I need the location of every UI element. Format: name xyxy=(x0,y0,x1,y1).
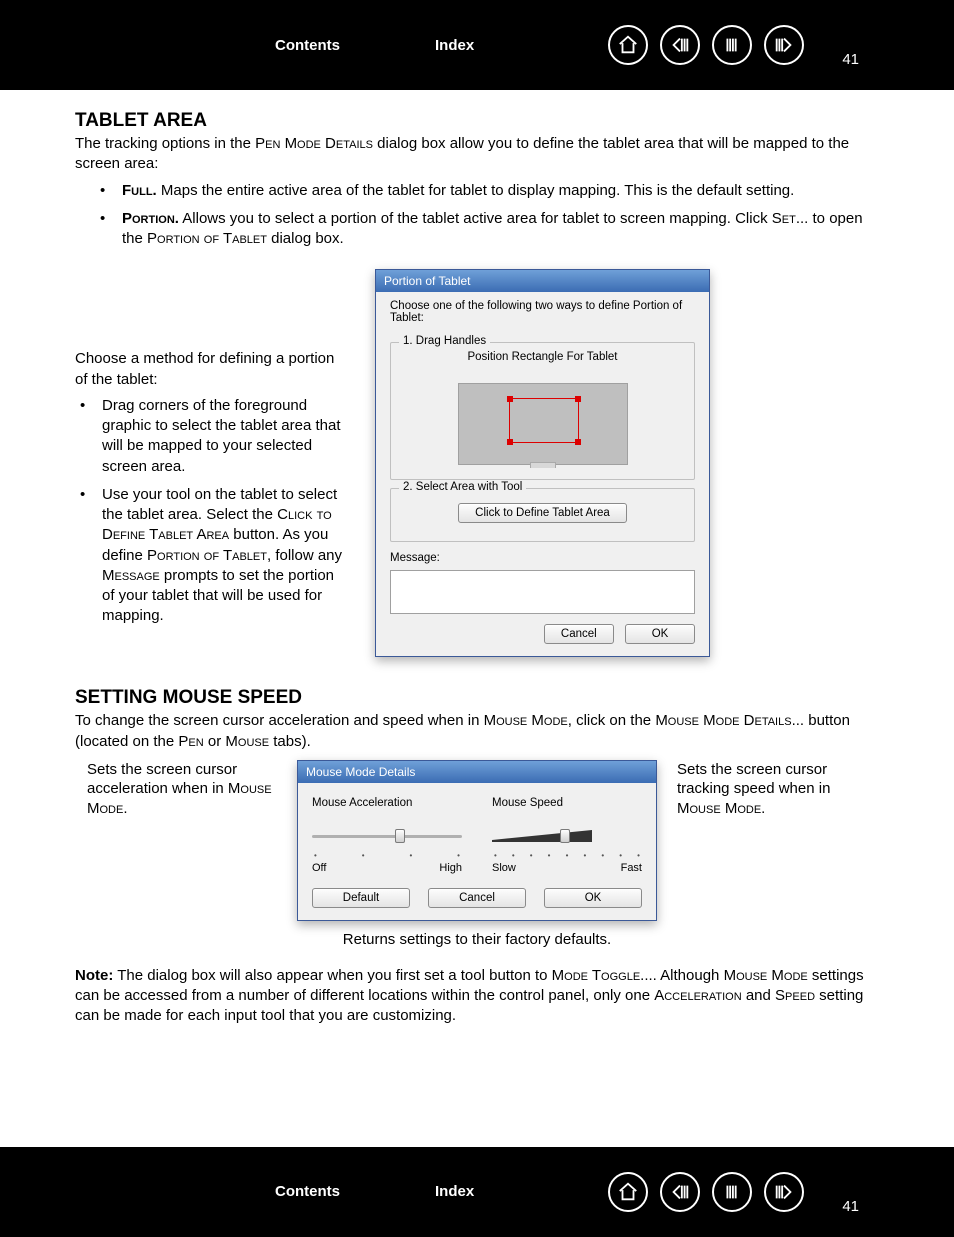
defaults-note: Returns settings to their factory defaul… xyxy=(75,931,879,948)
accel-thumb[interactable] xyxy=(395,829,405,843)
tablet-rect-area[interactable] xyxy=(458,383,628,465)
speed-label: Mouse Speed xyxy=(492,797,642,809)
nav-icons xyxy=(608,25,804,65)
mouse-intro: To change the screen cursor acceleration… xyxy=(75,711,879,752)
group-drag-handles: 1. Drag Handles xyxy=(399,335,490,347)
header-bar: Contents Index 41 xyxy=(0,0,954,90)
accel-track[interactable] xyxy=(312,835,462,838)
page-number-top: 41 xyxy=(842,51,859,68)
message-label: Message: xyxy=(390,552,695,564)
nav-icons-bottom xyxy=(608,1172,804,1212)
message-box xyxy=(390,570,695,614)
speed-fast-label: Fast xyxy=(621,862,642,874)
portion-ok-button[interactable]: OK xyxy=(625,624,695,644)
tablet-area-heading: TABLET AREA xyxy=(75,110,879,132)
contents-link-bottom[interactable]: Contents xyxy=(275,1183,340,1200)
next-page-icon[interactable] xyxy=(764,1172,804,1212)
accel-off-label: Off xyxy=(312,862,326,874)
option-portion: Portion. Allows you to select a portion … xyxy=(100,209,879,250)
portion-cancel-button[interactable]: Cancel xyxy=(544,624,614,644)
speed-callout: Sets the screen cursor tracking speed wh… xyxy=(677,760,867,819)
page-content: TABLET AREA The tracking options in the … xyxy=(0,110,954,1027)
portion-of-tablet-dialog: Portion of Tablet Choose one of the foll… xyxy=(375,269,710,657)
home-icon[interactable] xyxy=(608,25,648,65)
prev-page-icon[interactable] xyxy=(712,25,752,65)
first-page-icon[interactable] xyxy=(660,1172,700,1212)
click-define-tablet-button[interactable]: Click to Define Tablet Area xyxy=(458,503,627,523)
accel-callout: Sets the screen cursor acceleration when… xyxy=(87,760,277,819)
tracking-options-list: Full. Maps the entire active area of the… xyxy=(75,181,879,250)
intro-paragraph: The tracking options in the Pen Mode Det… xyxy=(75,134,879,175)
page-number-bottom: 41 xyxy=(842,1198,859,1215)
portion-dialog-title: Portion of Tablet xyxy=(376,270,709,292)
handle-bottom-right[interactable] xyxy=(575,439,581,445)
handle-top-left[interactable] xyxy=(507,396,513,402)
mouse-ok-button[interactable]: OK xyxy=(544,888,642,908)
footer-bar: Contents Index 41 xyxy=(0,1147,954,1237)
prev-page-icon[interactable] xyxy=(712,1172,752,1212)
option-full: Full. Maps the entire active area of the… xyxy=(100,181,879,201)
accel-slider-group: Mouse Acceleration •••• Off High xyxy=(312,797,462,874)
portion-side-text: Choose a method for defining a portion o… xyxy=(75,269,350,634)
accel-label: Mouse Acceleration xyxy=(312,797,462,809)
rect-footer-indicator xyxy=(530,462,556,468)
method-drag: Drag corners of the foreground graphic t… xyxy=(80,396,350,477)
method-tool: Use your tool on the tablet to select th… xyxy=(80,485,350,627)
group-select-area: 2. Select Area with Tool xyxy=(399,481,526,493)
next-page-icon[interactable] xyxy=(764,25,804,65)
speed-thumb[interactable] xyxy=(560,829,570,843)
selection-rectangle[interactable] xyxy=(509,398,579,443)
handle-top-right[interactable] xyxy=(575,396,581,402)
default-button[interactable]: Default xyxy=(312,888,410,908)
index-link-bottom[interactable]: Index xyxy=(435,1183,474,1200)
first-page-icon[interactable] xyxy=(660,25,700,65)
note-paragraph: Note: The dialog box will also appear wh… xyxy=(75,966,879,1027)
speed-wedge-icon xyxy=(492,830,592,842)
home-icon[interactable] xyxy=(608,1172,648,1212)
mouse-cancel-button[interactable]: Cancel xyxy=(428,888,526,908)
handle-bottom-left[interactable] xyxy=(507,439,513,445)
portion-instruction: Choose one of the following two ways to … xyxy=(390,300,695,324)
index-link[interactable]: Index xyxy=(435,37,474,54)
position-rect-label: Position Rectangle For Tablet xyxy=(401,351,684,363)
speed-slider-group: Mouse Speed ••••••••• Slow Fast xyxy=(492,797,642,874)
contents-link[interactable]: Contents xyxy=(275,37,340,54)
accel-high-label: High xyxy=(439,862,462,874)
mouse-dialog-title: Mouse Mode Details xyxy=(298,761,656,783)
mouse-speed-heading: SETTING MOUSE SPEED xyxy=(75,687,879,709)
speed-slow-label: Slow xyxy=(492,862,516,874)
mouse-mode-dialog: Mouse Mode Details Mouse Acceleration ••… xyxy=(297,760,657,921)
